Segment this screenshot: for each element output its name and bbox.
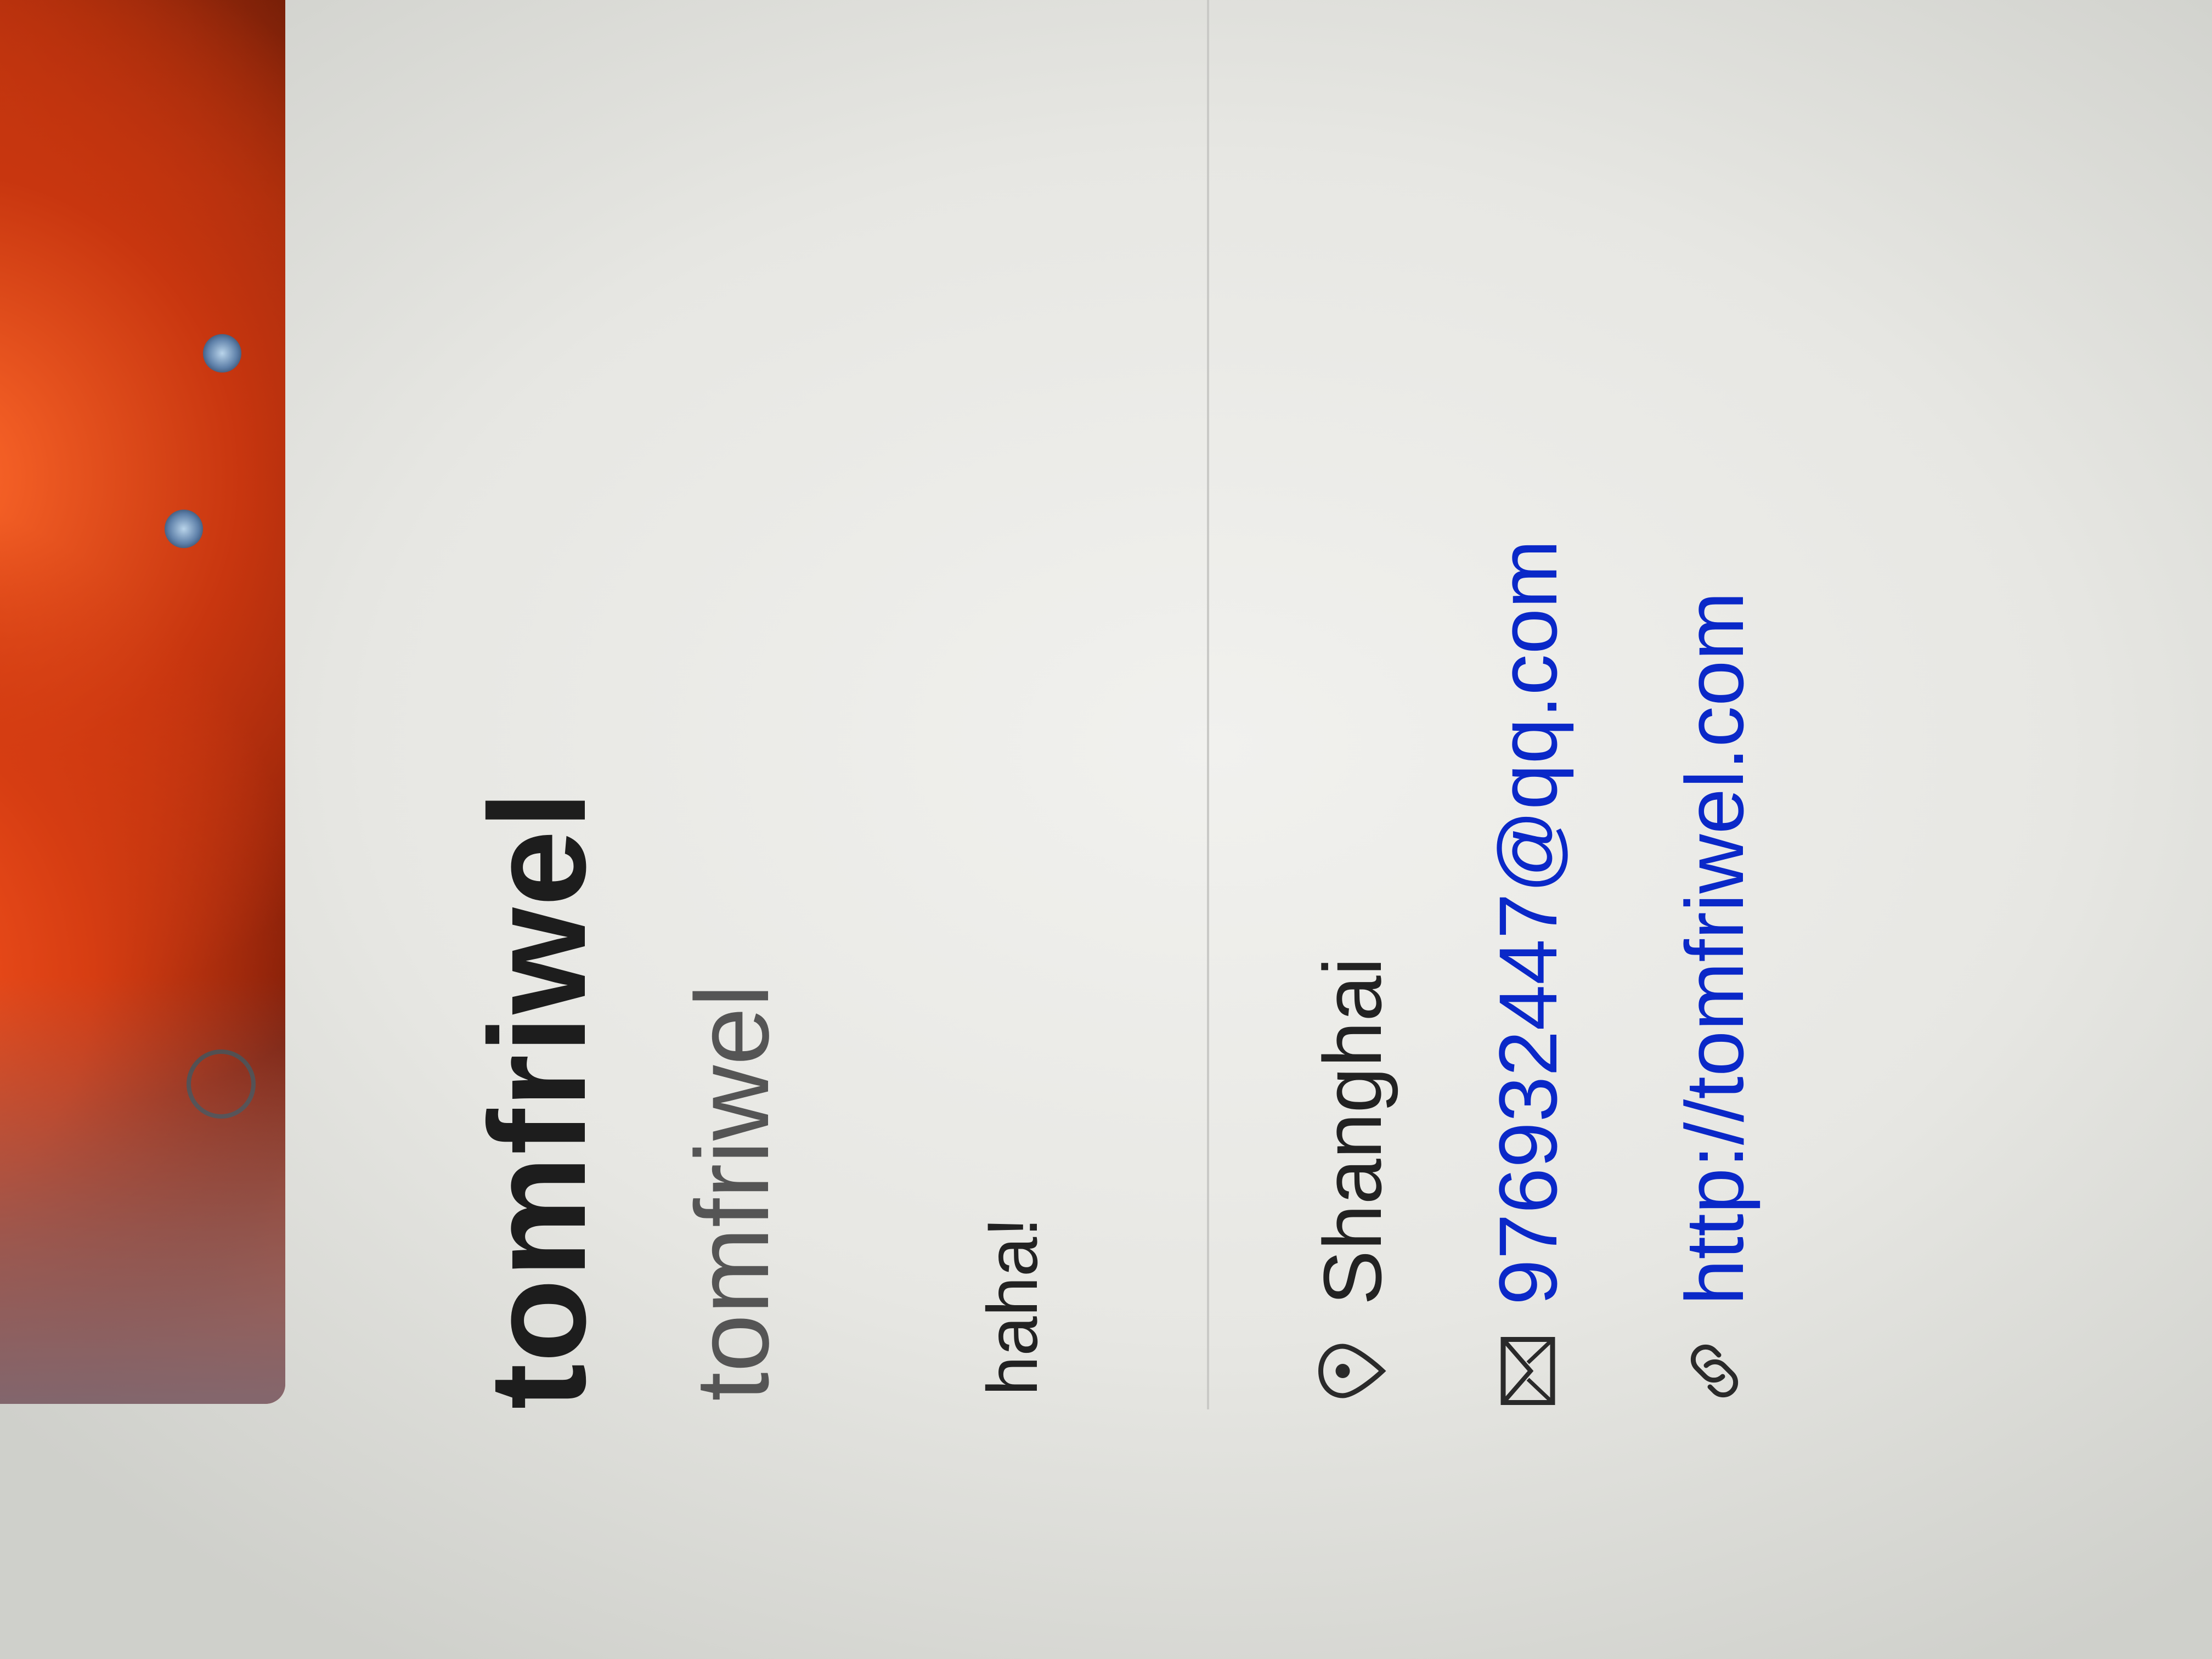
profile-email[interactable]: 976932447@qq.com xyxy=(1481,540,1575,1407)
profile-display-name: tomfriwel xyxy=(461,789,614,1409)
location-text: Shanghai xyxy=(1306,957,1398,1305)
email-link[interactable]: 976932447@qq.com xyxy=(1482,540,1574,1305)
website-link[interactable]: http://tomfriwel.com xyxy=(1668,592,1760,1305)
avatar-detail-dot xyxy=(203,334,241,373)
avatar[interactable] xyxy=(0,0,285,1404)
profile-website[interactable]: http://tomfriwel.com xyxy=(1668,592,1761,1407)
avatar-edit-icon[interactable] xyxy=(187,1049,256,1119)
mail-icon xyxy=(1492,1335,1564,1407)
profile-sidebar: tomfriwel tomfriwel haha! Shanghai 97693… xyxy=(0,0,2212,1659)
screen-photo: tomfriwel tomfriwel haha! Shanghai 97693… xyxy=(0,0,2212,1659)
profile-username: tomfriwel xyxy=(674,984,791,1401)
profile-location: Shanghai xyxy=(1306,957,1399,1407)
avatar-detail-dot xyxy=(165,510,203,548)
link-icon xyxy=(1679,1335,1750,1407)
location-pin-icon xyxy=(1317,1335,1388,1407)
section-divider xyxy=(1207,0,1209,1409)
profile-bio: haha! xyxy=(972,1217,1052,1396)
